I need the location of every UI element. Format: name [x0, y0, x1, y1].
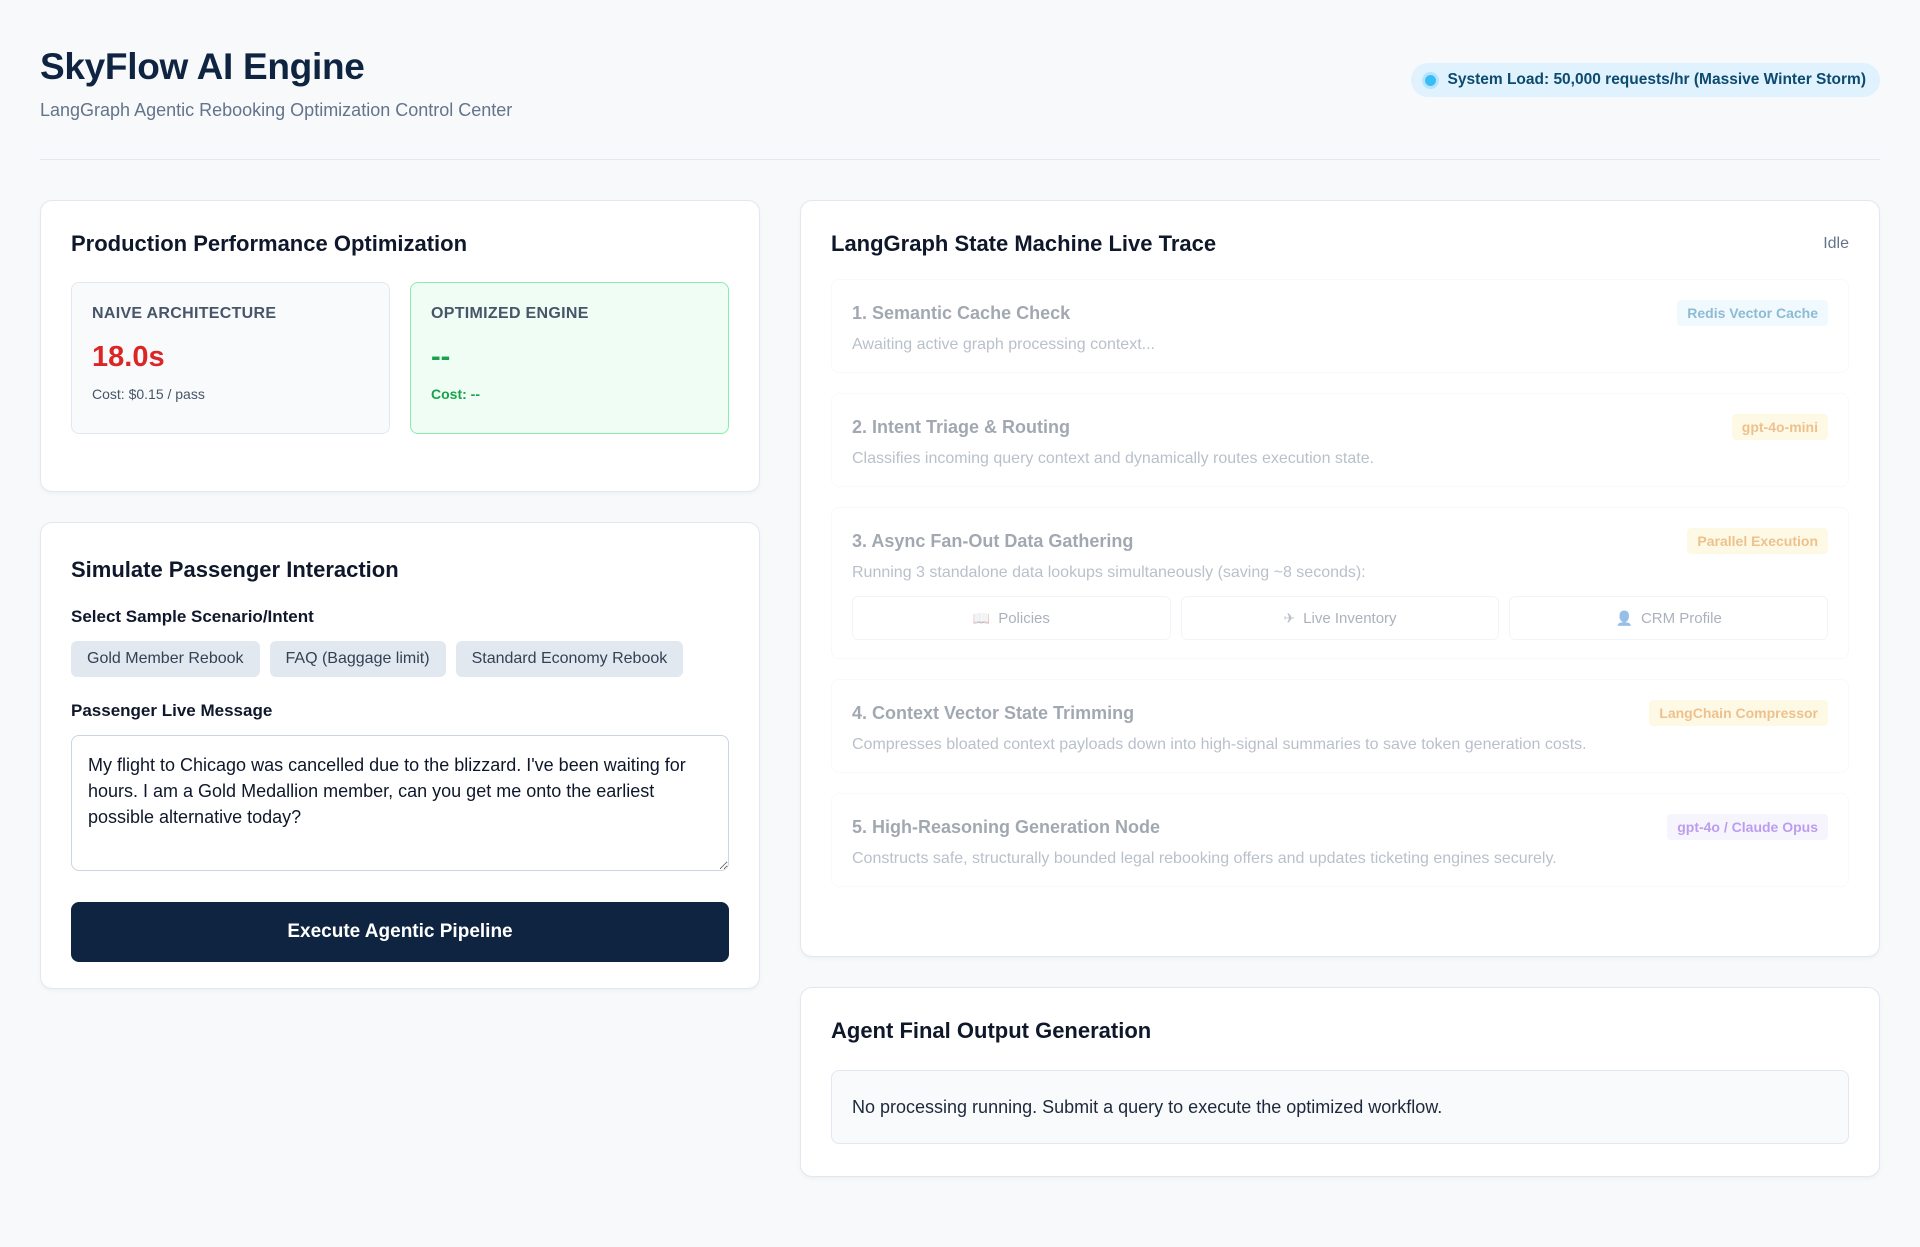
subtask-crm-profile: 👤 CRM Profile — [1509, 596, 1829, 640]
step-header: 3. Async Fan-Out Data Gathering Parallel… — [852, 528, 1828, 554]
step-badge: gpt-4o-mini — [1731, 414, 1828, 440]
output-card: Agent Final Output Generation No process… — [800, 987, 1880, 1177]
step-title: 4. Context Vector State Trimming — [852, 702, 1135, 723]
step-badge: gpt-4o / Claude Opus — [1667, 814, 1828, 840]
app-subtitle: LangGraph Agentic Rebooking Optimization… — [40, 100, 513, 120]
naive-cost: Cost: $0.15 / pass — [92, 386, 205, 402]
step-description: Running 3 standalone data lookups simult… — [852, 564, 1366, 581]
naive-metric: NAIVE ARCHITECTURE 18.0s Cost: $0.15 / p… — [71, 282, 390, 434]
subtask-label: Live Inventory — [1303, 609, 1397, 627]
trace-step-context-trimming: 4. Context Vector State Trimming LangCha… — [831, 679, 1849, 773]
optimized-metric: OPTIMIZED ENGINE -- Cost: -- — [410, 282, 729, 434]
step-description: Compresses bloated context payloads down… — [852, 736, 1587, 753]
message-label: Passenger Live Message — [71, 701, 273, 720]
simulate-card: Simulate Passenger Interaction Select Sa… — [40, 522, 760, 989]
naive-value: 18.0s — [92, 341, 165, 373]
book-icon: 📖 — [972, 609, 991, 626]
page: SkyFlow AI Engine LangGraph Agentic Rebo… — [0, 0, 1920, 1247]
step-description: Constructs safe, structurally bounded le… — [852, 850, 1557, 867]
step-header: 1. Semantic Cache Check Redis Vector Cac… — [852, 300, 1828, 326]
output-title: Agent Final Output Generation — [831, 1018, 1152, 1043]
step-header: 5. High-Reasoning Generation Node gpt-4o… — [852, 814, 1828, 840]
trace-card: LangGraph State Machine Live Trace Idle … — [800, 200, 1880, 957]
step-badge: Redis Vector Cache — [1677, 300, 1828, 326]
optimized-cost: Cost: -- — [431, 386, 480, 402]
header-titles: SkyFlow AI Engine LangGraph Agentic Rebo… — [40, 46, 512, 121]
output-text: No processing running. Submit a query to… — [831, 1070, 1849, 1144]
subtask-label: Policies — [998, 609, 1050, 627]
scenario-chip-faq-baggage[interactable]: FAQ (Baggage limit) — [269, 641, 446, 677]
scenario-chip-gold-member[interactable]: Gold Member Rebook — [71, 641, 260, 677]
trace-step-semantic-cache: 1. Semantic Cache Check Redis Vector Cac… — [831, 279, 1849, 373]
fanout-subtasks: 📖 Policies ✈ Live Inventory 👤 CRM Profil… — [852, 596, 1829, 640]
header: SkyFlow AI Engine LangGraph Agentic Rebo… — [40, 0, 1880, 160]
step-header: 4. Context Vector State Trimming LangCha… — [852, 700, 1828, 726]
subtask-live-inventory: ✈ Live Inventory — [1180, 596, 1500, 640]
passenger-message-input[interactable]: My flight to Chicago was cancelled due t… — [71, 735, 729, 871]
optimized-label: OPTIMIZED ENGINE — [431, 305, 589, 322]
step-badge: LangChain Compressor — [1649, 700, 1828, 726]
scenario-chips: Gold Member Rebook FAQ (Baggage limit) S… — [71, 641, 729, 677]
scenario-chip-standard-economy[interactable]: Standard Economy Rebook — [455, 641, 684, 677]
left-column: Production Performance Optimization NAIV… — [40, 200, 760, 1177]
trace-step-generation-node: 5. High-Reasoning Generation Node gpt-4o… — [831, 793, 1849, 887]
trace-title: LangGraph State Machine Live Trace — [831, 231, 1217, 256]
performance-card: Production Performance Optimization NAIV… — [40, 200, 760, 492]
scenario-label: Select Sample Scenario/Intent — [71, 607, 314, 626]
status-dot-icon — [1424, 74, 1436, 86]
app-title: SkyFlow AI Engine — [40, 46, 365, 87]
airplane-icon: ✈ — [1283, 609, 1296, 626]
right-column: LangGraph State Machine Live Trace Idle … — [800, 200, 1880, 1177]
performance-title: Production Performance Optimization — [71, 231, 468, 256]
step-badge: Parallel Execution — [1687, 528, 1828, 554]
step-title: 1. Semantic Cache Check — [852, 302, 1071, 323]
step-title: 2. Intent Triage & Routing — [852, 416, 1071, 437]
user-icon: 👤 — [1615, 609, 1633, 626]
simulate-title: Simulate Passenger Interaction — [71, 557, 399, 582]
execute-pipeline-button[interactable]: Execute Agentic Pipeline — [71, 902, 729, 962]
metrics-row: NAIVE ARCHITECTURE 18.0s Cost: $0.15 / p… — [71, 282, 729, 434]
step-description: Awaiting active graph processing context… — [852, 336, 1155, 353]
trace-header: LangGraph State Machine Live Trace Idle — [831, 231, 1849, 257]
step-title: 5. High-Reasoning Generation Node — [852, 816, 1161, 837]
system-load-text: System Load: 50,000 requests/hr (Massive… — [1447, 71, 1867, 88]
trace-step-async-fanout: 3. Async Fan-Out Data Gathering Parallel… — [831, 507, 1849, 659]
trace-status: Idle — [1823, 235, 1849, 252]
step-header: 2. Intent Triage & Routing gpt-4o-mini — [852, 414, 1828, 440]
naive-label: NAIVE ARCHITECTURE — [92, 305, 277, 322]
step-title: 3. Async Fan-Out Data Gathering — [852, 530, 1134, 551]
subtask-policies: 📖 Policies — [852, 596, 1171, 640]
main-grid: Production Performance Optimization NAIV… — [40, 200, 1880, 1177]
subtask-label: CRM Profile — [1640, 609, 1722, 627]
step-description: Classifies incoming query context and dy… — [852, 450, 1375, 467]
trace-steps: 1. Semantic Cache Check Redis Vector Cac… — [831, 279, 1849, 887]
trace-step-intent-triage: 2. Intent Triage & Routing gpt-4o-mini C… — [831, 393, 1849, 487]
optimized-value: -- — [431, 341, 451, 373]
system-load-badge: System Load: 50,000 requests/hr (Massive… — [1410, 63, 1880, 97]
